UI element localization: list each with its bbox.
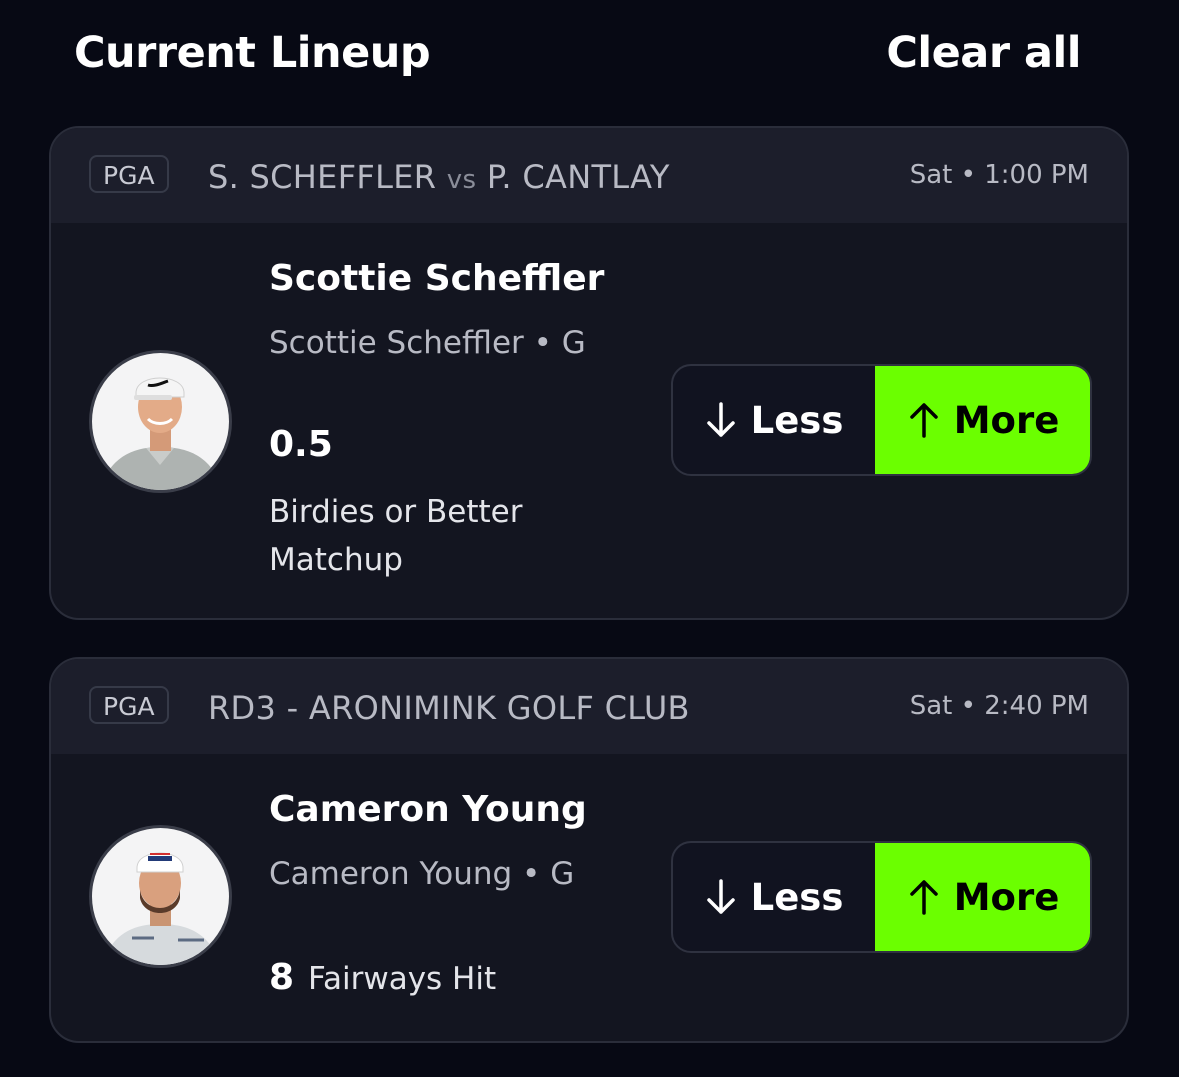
player-subtitle: Scottie Scheffler • G (269, 325, 586, 361)
arrow-up-icon (909, 880, 938, 915)
matchup-player-a: S. SCHEFFLER (208, 158, 437, 196)
less-button[interactable]: Less (673, 843, 875, 951)
player-avatar[interactable] (89, 350, 232, 493)
player-photo-icon (92, 828, 229, 965)
matchup-vs: vs (446, 165, 477, 195)
less-label: Less (750, 875, 844, 919)
player-name: Scottie Scheffler (269, 258, 605, 299)
less-label: Less (750, 398, 844, 442)
matchup-title: S. SCHEFFLER vs P. CANTLAY (208, 158, 670, 196)
arrow-up-icon (909, 403, 938, 438)
pick-toggle: Less More (671, 841, 1092, 953)
more-label: More (953, 398, 1060, 442)
less-button[interactable]: Less (673, 366, 875, 474)
arrow-down-icon (706, 879, 735, 914)
stat-type: Fairways Hit (308, 961, 497, 997)
pick-toggle: Less More (671, 364, 1092, 476)
more-button[interactable]: More (875, 843, 1090, 951)
player-photo-icon (92, 353, 229, 490)
page-title: Current Lineup (74, 28, 431, 78)
more-button[interactable]: More (875, 366, 1090, 474)
projection-line: 8 (269, 957, 295, 998)
clear-all-button[interactable]: Clear all (886, 28, 1081, 78)
league-badge: PGA (89, 686, 169, 724)
pick-card: PGA RD3 - ARONIMINK GOLF CLUB Sat • 2:40… (49, 657, 1129, 1043)
player-avatar[interactable] (89, 825, 232, 968)
game-time: Sat • 2:40 PM (909, 691, 1089, 721)
arrow-down-icon (706, 402, 735, 437)
matchup-player-b: P. CANTLAY (486, 158, 670, 196)
card-header: PGA S. SCHEFFLER vs P. CANTLAY Sat • 1:0… (51, 128, 1127, 223)
more-label: More (953, 875, 1060, 919)
player-subtitle: Cameron Young • G (269, 856, 575, 892)
projection-line: 0.5 (269, 424, 333, 465)
card-header: PGA RD3 - ARONIMINK GOLF CLUB Sat • 2:40… (51, 659, 1127, 754)
game-time: Sat • 1:00 PM (909, 160, 1089, 190)
stat-type: Birdies or Better Matchup (269, 494, 523, 578)
player-name: Cameron Young (269, 789, 587, 830)
league-badge: PGA (89, 155, 169, 193)
lineup-header: Current Lineup Clear all (0, 0, 1179, 110)
matchup-title: RD3 - ARONIMINK GOLF CLUB (208, 689, 690, 727)
pick-card: PGA S. SCHEFFLER vs P. CANTLAY Sat • 1:0… (49, 126, 1129, 620)
